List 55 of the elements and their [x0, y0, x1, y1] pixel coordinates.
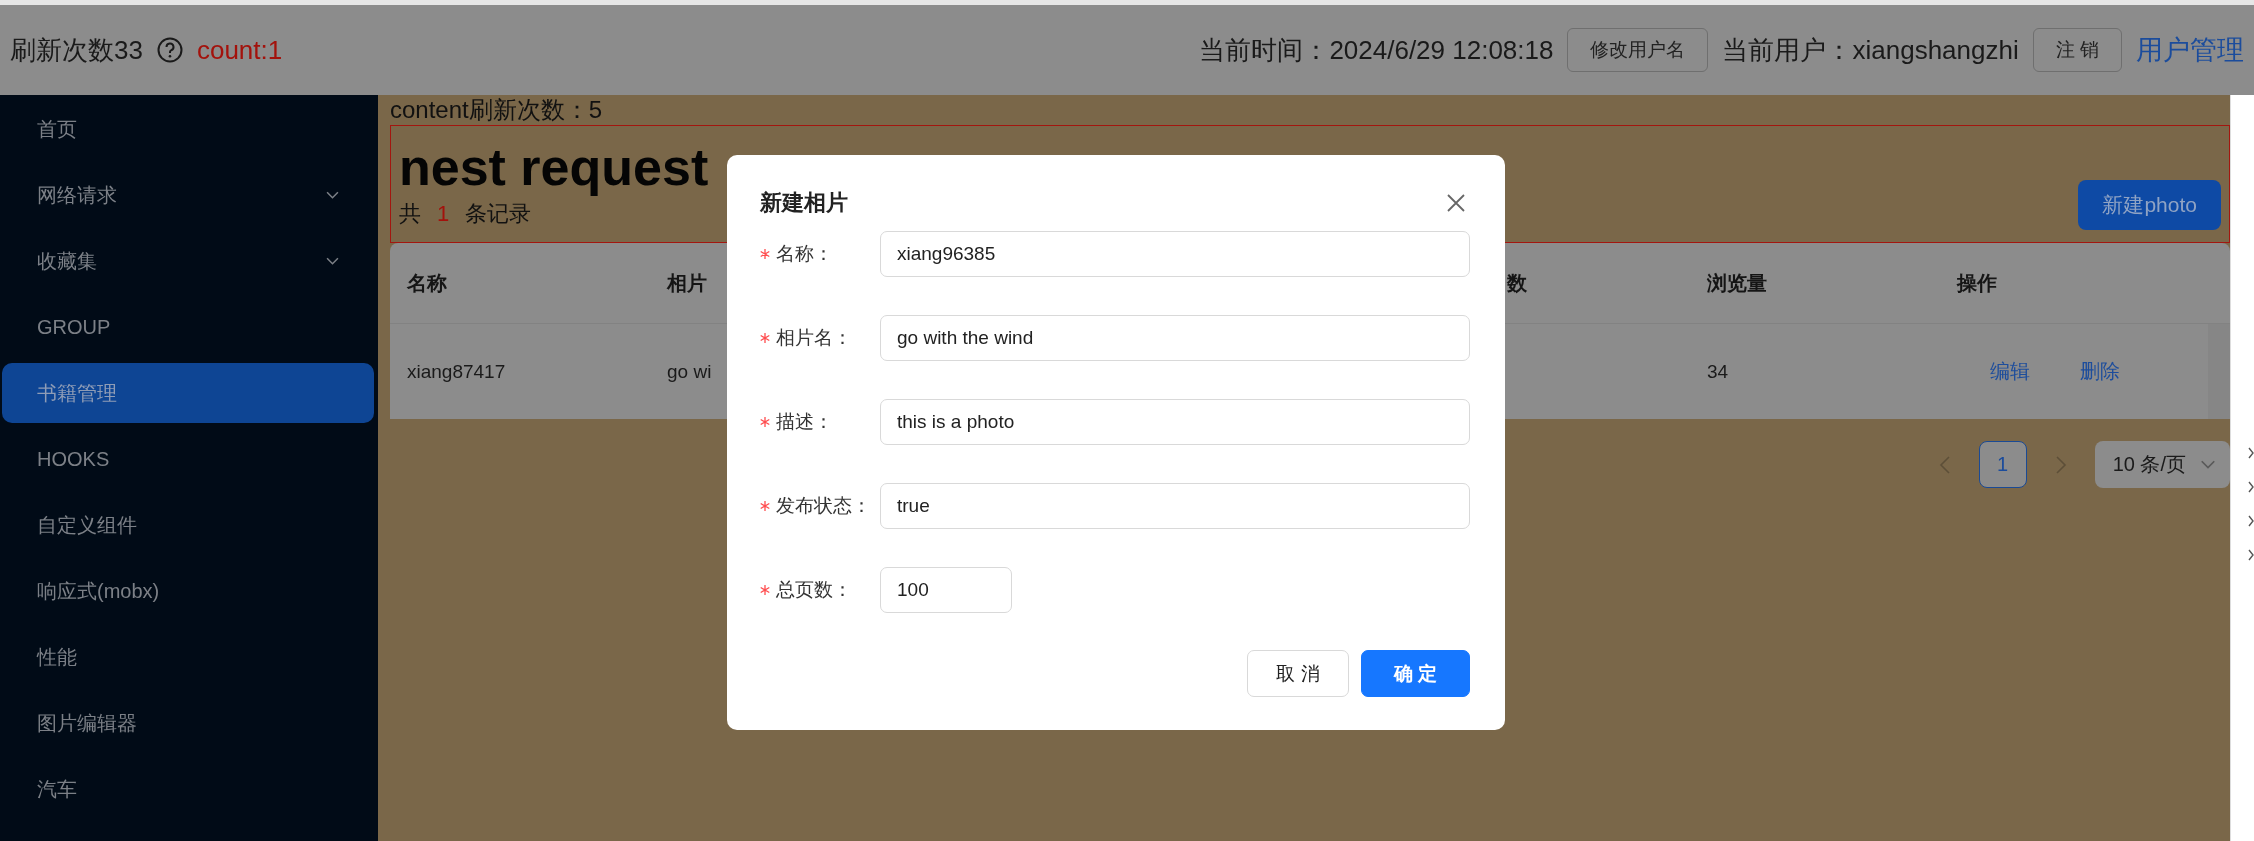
sidebar-item[interactable]: GROUP [2, 297, 374, 357]
table-cell-text: go wi [666, 360, 713, 383]
input-field[interactable]: 100 [880, 567, 1012, 613]
sidebar-item[interactable]: 图片编辑器 [2, 693, 374, 753]
rename-button[interactable]: 修改用户名 [1567, 28, 1709, 72]
field-label: 描述： [776, 410, 833, 434]
field-label: 名称： [776, 242, 833, 266]
chevron-icon[interactable] [2248, 447, 2254, 459]
sidebar-item[interactable]: 性能 [2, 627, 374, 687]
current-time: 当前时间：2024/6/29 12:08:18 [1199, 33, 1554, 67]
current-user: 当前用户：xiangshangzhi [1722, 33, 2019, 67]
sidebar-item[interactable]: 汽车 [2, 759, 374, 819]
new-photo-button[interactable]: 新建photo [2078, 180, 2221, 230]
chevron-icon [326, 190, 339, 200]
confirm-button[interactable]: 确 定 [1360, 650, 1470, 697]
chevron-icon [326, 256, 339, 266]
dialog-title: 新建相片 [760, 189, 848, 217]
column-header: 浏览量 [1706, 270, 1768, 296]
scrollbar[interactable] [2208, 324, 2230, 419]
input-field[interactable]: true [880, 483, 1470, 529]
page-size-select[interactable]: 10 条/页 [2094, 441, 2230, 488]
chevron-icon [2200, 459, 2216, 470]
sidebar-item[interactable]: 自定义组件 [2, 495, 374, 555]
input-field[interactable]: this is a photo [880, 399, 1470, 445]
sidebar-item[interactable]: HOOKS [2, 429, 374, 489]
sidebar-item[interactable]: 响应式(mobx) [2, 561, 374, 621]
column-header: 数 [1506, 270, 1528, 296]
chevron-icon[interactable] [2248, 481, 2254, 493]
column-header: 操作 [1955, 270, 1998, 296]
sidebar-item[interactable]: 网络请求 [2, 165, 374, 225]
chevron-icon[interactable] [2248, 515, 2254, 527]
field-label: 总页数： [776, 578, 852, 602]
logout-button[interactable]: 注 销 [2032, 28, 2122, 72]
content-refresh-count: content刷新次数：5 [390, 95, 604, 125]
cancel-button[interactable]: 取 消 [1247, 650, 1349, 697]
page-title: nest request [399, 137, 710, 198]
chevron-icon[interactable] [2248, 549, 2254, 561]
close-icon[interactable] [1446, 193, 1466, 213]
input-field[interactable]: xiang96385 [880, 231, 1470, 277]
sidebar-item[interactable]: 书籍管理 [2, 363, 374, 423]
help-icon[interactable] [156, 37, 183, 63]
sidebar-item[interactable]: 收藏集 [2, 231, 374, 291]
field-label: 相片名： [776, 326, 852, 350]
sidebar-item[interactable]: 首页 [2, 99, 374, 159]
field-label: 发布状态： [776, 494, 871, 518]
total-suffix: 条记录 [465, 200, 532, 228]
refresh-count: 刷新次数33 [10, 33, 143, 67]
table-cell-text: xiang87417 [406, 360, 507, 383]
column-header: 名称 [406, 270, 448, 296]
input-field[interactable]: go with the wind [880, 315, 1470, 361]
total-count: 1 [437, 200, 450, 228]
column-header: 相片 [665, 270, 708, 296]
table-cell-text: 34 [1706, 360, 1730, 383]
count-text: count:1 [196, 34, 283, 66]
total-prefix: 共 [399, 200, 421, 228]
